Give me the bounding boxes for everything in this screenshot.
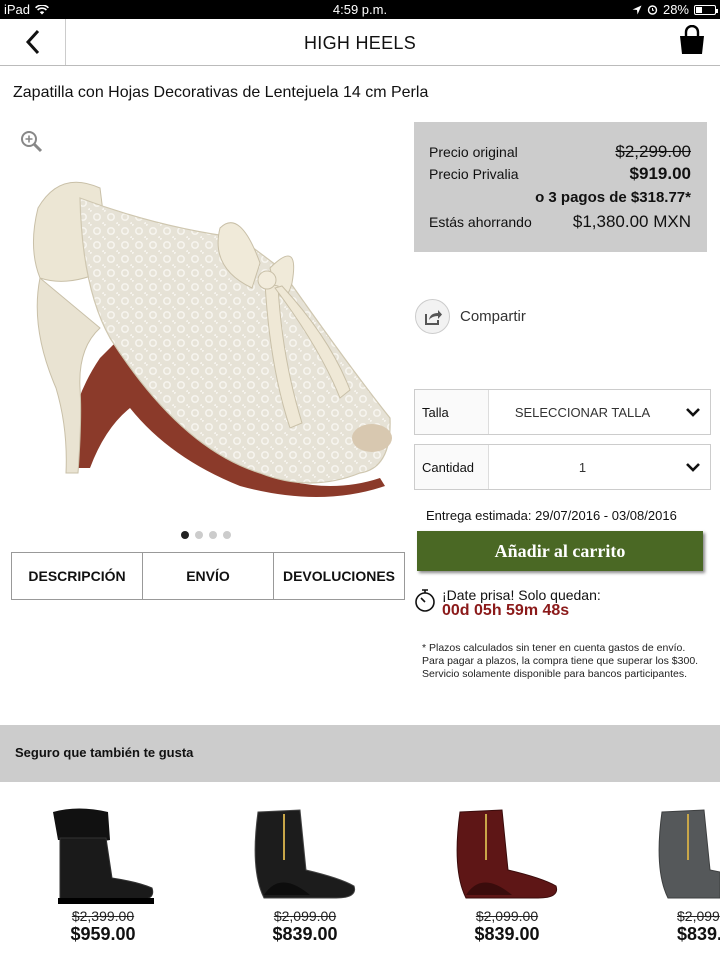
hurry-message: ¡Date prisa! Solo quedan: [442,587,601,603]
pagination-dot[interactable] [195,531,203,539]
location-arrow-icon [632,5,642,14]
chevron-down-icon[interactable] [676,390,710,434]
sale-price-label: Precio Privalia [429,166,519,182]
payment-footnote: * Plazos calculados sin tener en cuenta … [422,642,699,680]
savings-value: $1,380.00 MXN [572,212,691,231]
stopwatch-icon [415,589,435,612]
recommended-product[interactable]: $2,099 $839. [624,800,720,960]
pagination-dot[interactable] [181,531,189,539]
product-thumbnail[interactable] [422,800,592,910]
savings-label: Estás ahorrando [429,214,532,230]
zoom-in-icon[interactable] [20,130,44,154]
size-label: Talla [415,390,489,434]
clock: 4:59 p.m. [332,2,388,17]
original-price: $2,299.00 [615,142,691,161]
recommended-price: $839. [677,924,720,944]
recommended-old-price: $2,399.00 [71,908,135,924]
add-to-cart-button[interactable]: Añadir al carrito [417,531,703,571]
share-button[interactable]: Compartir [415,299,526,334]
installments-text: o 3 pagos de $318.77* [535,189,691,206]
product-thumbnail[interactable] [624,800,720,910]
product-image[interactable] [20,168,400,508]
nav-bar: HIGH HEELS [0,19,720,66]
share-icon [415,299,450,334]
tab-shipping[interactable]: ENVÍO [143,553,274,599]
sale-price: $919.00 [629,164,691,183]
product-thumbnail[interactable] [220,800,390,910]
alarm-icon [647,5,658,15]
share-label: Compartir [460,308,526,325]
recommended-product[interactable]: $2,399.00 $959.00 [18,800,188,960]
image-pagination[interactable] [181,531,231,539]
recommended-old-price: $2,099.00 [475,908,539,924]
size-select[interactable]: Talla SELECCIONAR TALLA [414,389,711,435]
recommended-price: $959.00 [70,924,136,944]
quantity-value[interactable]: 1 [489,445,676,489]
shopping-bag-icon[interactable] [678,25,706,55]
recommended-product[interactable]: $2,099.00 $839.00 [220,800,390,960]
pagination-dot[interactable] [223,531,231,539]
quantity-select[interactable]: Cantidad 1 [414,444,711,490]
recommended-old-price: $2,099.00 [273,908,337,924]
info-tabs: DESCRIPCIÓN ENVÍO DEVOLUCIONES [11,552,405,600]
estimated-delivery: Entrega estimada: 29/07/2016 - 03/08/201… [426,508,677,523]
recommended-old-price: $2,099 [677,908,720,924]
recommended-price: $839.00 [474,924,540,944]
chevron-down-icon[interactable] [676,445,710,489]
recommendations-header: Seguro que también te gusta [0,725,720,782]
battery-icon [694,4,718,15]
quantity-label: Cantidad [415,445,489,489]
product-thumbnail[interactable] [18,800,188,910]
product-title: Zapatilla con Hojas Decorativas de Lente… [13,84,429,101]
countdown-block: ¡Date prisa! Solo quedan: 00d 05h 59m 48… [414,587,601,619]
tab-description[interactable]: DESCRIPCIÓN [12,553,143,599]
page-title: HIGH HEELS [303,33,417,53]
countdown-timer: 00d 05h 59m 48s [442,602,570,619]
size-value[interactable]: SELECCIONAR TALLA [489,390,676,434]
original-price-label: Precio original [429,144,518,160]
recommended-price: $839.00 [272,924,338,944]
tab-returns[interactable]: DEVOLUCIONES [274,553,404,599]
price-panel: Precio original $2,299.00 Precio Privali… [414,122,707,252]
recommended-product[interactable]: $2,099.00 $839.00 [422,800,592,960]
battery-percent: 28% [662,2,689,17]
pagination-dot[interactable] [209,531,217,539]
status-bar: iPad 4:59 p.m. 28% [0,0,720,19]
